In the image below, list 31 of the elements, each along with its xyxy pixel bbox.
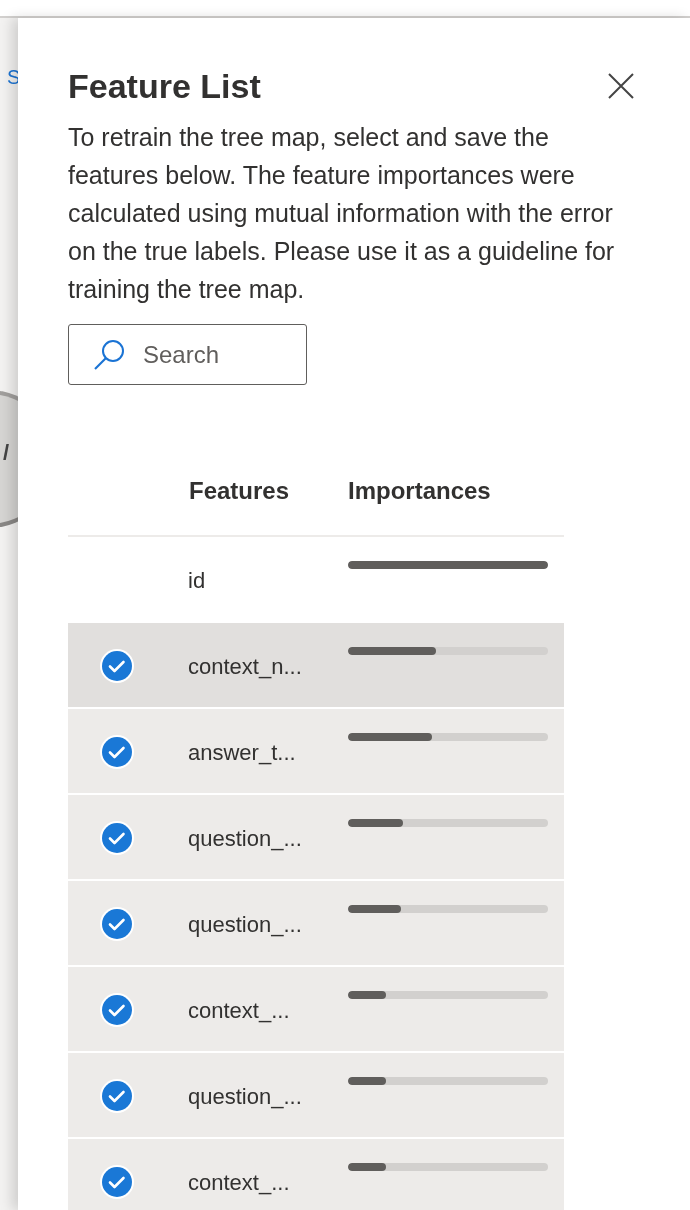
feature-name: context_... <box>188 1170 291 1196</box>
table-row[interactable]: question_... <box>68 881 564 965</box>
description-text: To retrain the tree map, select and save the features below. The feature importances were calculated using mutual information with the error on the true labels. Please use it as a guideline for training the tree map. <box>68 122 616 305</box>
feature-name: question_... <box>188 912 303 938</box>
search-icon <box>92 338 126 372</box>
checkbox[interactable] <box>98 820 135 856</box>
feature-name: id <box>188 568 207 594</box>
column-header: Importances <box>348 477 491 505</box>
column-header: Features <box>189 477 291 505</box>
checkbox[interactable] <box>98 1164 135 1200</box>
feature-name: question_... <box>188 826 303 852</box>
table-row[interactable]: context_... <box>68 1139 564 1210</box>
feature-name: context_n... <box>188 654 303 680</box>
table-row[interactable]: question_... <box>68 795 564 879</box>
feature-name: question_... <box>188 1084 303 1110</box>
checkbox[interactable] <box>98 648 135 684</box>
table-row[interactable]: question_... <box>68 1053 564 1137</box>
panel-title: Feature List <box>68 66 261 107</box>
close-icon <box>608 73 634 99</box>
feature-name: answer_t... <box>188 740 297 766</box>
close-button[interactable] <box>606 71 636 101</box>
table-row[interactable]: answer_t... <box>68 709 564 793</box>
checkbox[interactable] <box>98 734 135 770</box>
table-row[interactable]: context_... <box>68 967 564 1051</box>
checkbox[interactable] <box>98 992 135 1028</box>
gauge-label: / <box>3 440 10 466</box>
search-field[interactable]: Search <box>68 324 307 385</box>
checkbox[interactable] <box>98 1078 135 1114</box>
table-row[interactable]: context_n... <box>68 623 564 707</box>
feature-name: context_... <box>188 998 291 1024</box>
checkbox[interactable] <box>98 906 135 942</box>
